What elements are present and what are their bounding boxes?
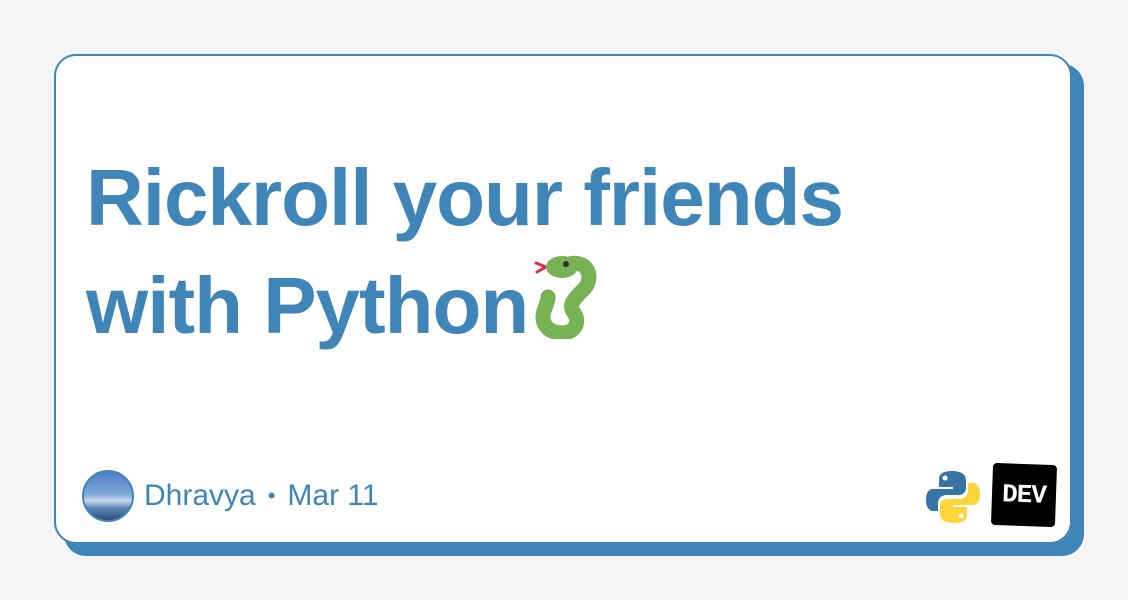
- dev-logo-text: DEV: [1001, 479, 1047, 511]
- post-title-line-1: Rickroll your friends: [86, 153, 844, 242]
- author-row: Dhravya • Mar 11: [82, 468, 379, 524]
- meta-separator: •: [267, 483, 276, 508]
- python-logo-icon: [926, 471, 980, 523]
- post-title: Rickroll your friends with Python: [86, 144, 946, 360]
- dev-logo[interactable]: DEV: [990, 462, 1058, 528]
- post-title-line-2: with Python: [86, 261, 529, 350]
- post-card[interactable]: Rickroll your friends with Python Dhravy…: [54, 54, 1072, 544]
- author-avatar[interactable]: [82, 470, 134, 522]
- snake-icon: [534, 255, 597, 339]
- post-date: Mar 11: [287, 479, 379, 512]
- share-card-stage: Rickroll your friends with Python Dhravy…: [0, 0, 1128, 600]
- author-name[interactable]: Dhravya: [144, 479, 256, 513]
